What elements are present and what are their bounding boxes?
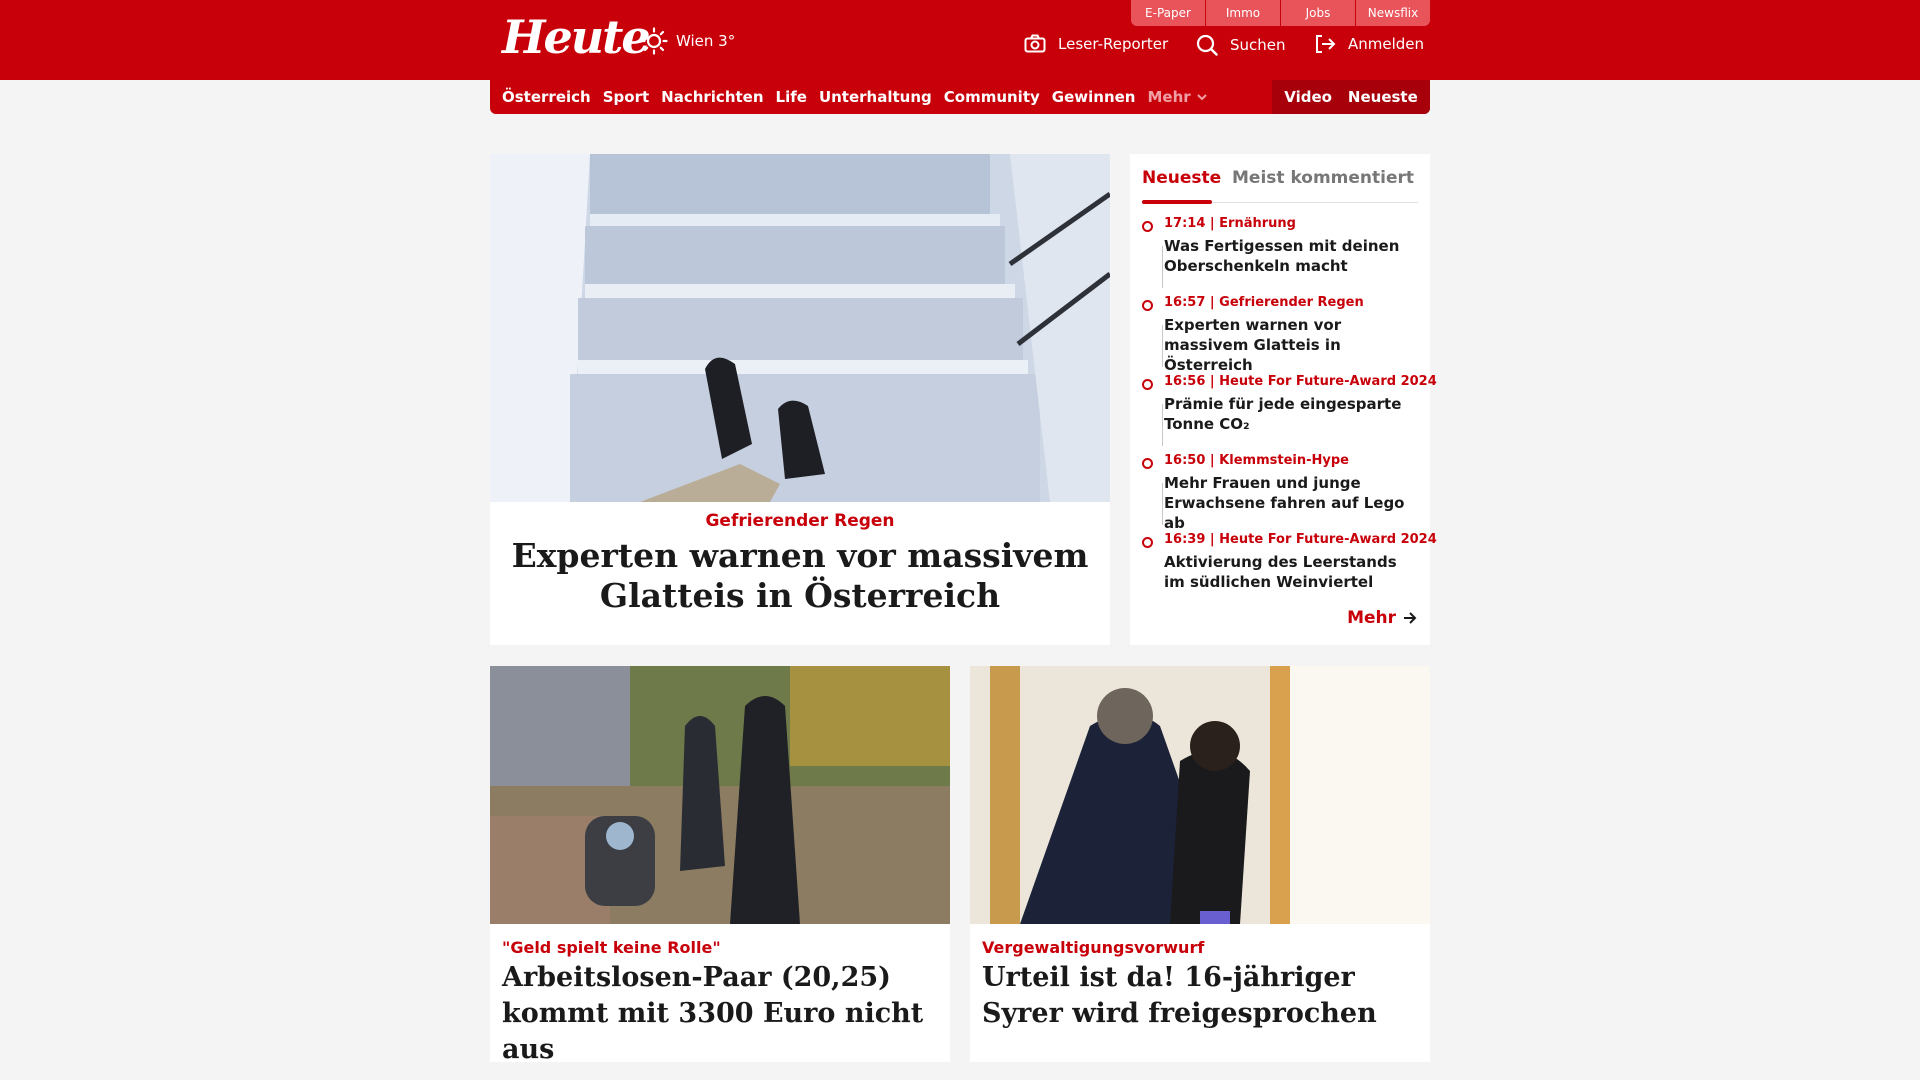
- list-item[interactable]: 16:56 | Heute For Future-Award 2024 Präm…: [1142, 374, 1437, 453]
- jobs-link[interactable]: Jobs: [1281, 0, 1355, 26]
- article-image[interactable]: [970, 666, 1430, 924]
- timeline-divider: [1162, 404, 1163, 446]
- snowy-stairs-image: [490, 154, 1110, 502]
- login-label: Anmelden: [1348, 35, 1425, 53]
- chevron-down-icon: [1196, 94, 1207, 101]
- sun-icon: [640, 27, 668, 55]
- news-title[interactable]: Prämie für jede eingesparte Tonne CO₂: [1164, 394, 1422, 434]
- search-label: Suchen: [1230, 36, 1286, 54]
- nav-more-label: Mehr: [1147, 88, 1191, 106]
- nav-more-dropdown[interactable]: Mehr: [1147, 88, 1208, 106]
- article-image[interactable]: [490, 666, 950, 924]
- news-meta: 16:56 | Heute For Future-Award 2024: [1164, 374, 1437, 389]
- couple-with-stroller-image: [490, 666, 950, 924]
- hero-kicker: Gefrierender Regen: [705, 511, 895, 531]
- nav-item-life[interactable]: Life: [776, 88, 807, 106]
- news-title[interactable]: Was Fertigessen mit deinen Oberschenkeln…: [1164, 236, 1422, 276]
- more-news-label: Mehr: [1347, 608, 1396, 628]
- leser-reporter-button[interactable]: Leser-Reporter: [1024, 34, 1168, 54]
- nav-item-gewinnen[interactable]: Gewinnen: [1052, 88, 1136, 106]
- list-item[interactable]: 17:14 | Ernährung Was Fertigessen mit de…: [1142, 216, 1422, 295]
- news-title[interactable]: Aktivierung des Leerstands im südlichen …: [1164, 552, 1422, 592]
- timeline-divider: [1162, 246, 1163, 288]
- article-card[interactable]: "Geld spielt keine Rolle" Arbeitslosen-P…: [490, 666, 950, 1065]
- active-tab-indicator: [1142, 200, 1212, 204]
- news-title[interactable]: Experten warnen vor massivem Glatteis in…: [1164, 315, 1422, 375]
- nav-neueste[interactable]: Neueste: [1348, 88, 1418, 106]
- news-title[interactable]: Mehr Frauen und junge Erwachsene fahren …: [1164, 473, 1422, 533]
- list-item[interactable]: 16:50 | Klemmstein-Hype Mehr Frauen und …: [1142, 453, 1422, 532]
- nav-right-group: Video Neueste: [1272, 80, 1430, 114]
- nav-item-unterhaltung[interactable]: Unterhaltung: [819, 88, 932, 106]
- news-list: 17:14 | Ernährung Was Fertigessen mit de…: [1142, 216, 1437, 611]
- bullet-icon: [1142, 300, 1153, 311]
- nav-item-community[interactable]: Community: [944, 88, 1040, 106]
- tab-neueste[interactable]: Neueste: [1142, 168, 1221, 188]
- nav-item-nachrichten[interactable]: Nachrichten: [661, 88, 763, 106]
- article-title[interactable]: Urteil ist da! 16-jähriger Syrer wird fr…: [982, 960, 1422, 1032]
- newsflix-link[interactable]: Newsflix: [1356, 0, 1430, 26]
- news-sidebar: Neueste Meist kommentiert 17:14 | Ernähr…: [1130, 154, 1437, 645]
- heute-logo[interactable]: Heute: [502, 12, 651, 62]
- article-card[interactable]: Vergewaltigungsvorwurf Urteil ist da! 16…: [970, 666, 1430, 1062]
- article-kicker: Vergewaltigungsvorwurf: [982, 938, 1205, 957]
- timeline-divider: [1162, 483, 1163, 525]
- bullet-icon: [1142, 379, 1153, 390]
- sidebar-tabs: Neueste Meist kommentiert: [1142, 162, 1418, 204]
- news-meta: 16:57 | Gefrierender Regen: [1164, 295, 1364, 310]
- hero-title[interactable]: Experten warnen vor massivem Glatteis in…: [490, 536, 1110, 616]
- bullet-icon: [1142, 221, 1153, 232]
- bullet-icon: [1142, 537, 1153, 548]
- news-meta: 17:14 | Ernährung: [1164, 216, 1296, 231]
- camera-icon: [1024, 34, 1046, 53]
- search-icon: [1196, 34, 1218, 56]
- epaper-link[interactable]: E-Paper: [1131, 0, 1205, 26]
- login-button[interactable]: Anmelden: [1314, 34, 1424, 54]
- list-item[interactable]: 16:57 | Gefrierender Regen Experten warn…: [1142, 295, 1422, 374]
- nav-video[interactable]: Video: [1284, 88, 1332, 106]
- list-item[interactable]: 16:39 | Heute For Future-Award 2024 Akti…: [1142, 532, 1437, 611]
- arrow-right-icon: [1404, 612, 1417, 624]
- article-kicker: "Geld spielt keine Rolle": [502, 938, 721, 957]
- leser-reporter-label: Leser-Reporter: [1058, 35, 1169, 53]
- news-meta: 16:39 | Heute For Future-Award 2024: [1164, 532, 1437, 547]
- news-meta: 16:50 | Klemmstein-Hype: [1164, 453, 1349, 468]
- top-links: E-Paper Immo Jobs Newsflix: [1130, 0, 1430, 26]
- courtroom-image: [970, 666, 1430, 924]
- timeline-divider: [1162, 325, 1163, 367]
- top-bar: [0, 0, 1920, 80]
- hero-article[interactable]: Gefrierender Regen Experten warnen vor m…: [490, 154, 1110, 645]
- tab-meist-kommentiert[interactable]: Meist kommentiert: [1232, 168, 1414, 188]
- article-title[interactable]: Arbeitslosen-Paar (20,25) kommt mit 3300…: [502, 960, 942, 1068]
- login-icon: [1316, 35, 1336, 53]
- nav-item-oesterreich[interactable]: Österreich: [502, 88, 591, 106]
- nav-item-sport[interactable]: Sport: [603, 88, 649, 106]
- immo-link[interactable]: Immo: [1206, 0, 1280, 26]
- bullet-icon: [1142, 458, 1153, 469]
- search-button[interactable]: Suchen: [1196, 34, 1286, 56]
- weather-text: Wien 3°: [676, 32, 736, 50]
- main-nav: Österreich Sport Nachrichten Life Unterh…: [490, 80, 1430, 114]
- weather-widget[interactable]: Wien 3°: [640, 27, 735, 55]
- more-news-link[interactable]: Mehr: [1347, 608, 1418, 628]
- hero-image[interactable]: [490, 154, 1110, 502]
